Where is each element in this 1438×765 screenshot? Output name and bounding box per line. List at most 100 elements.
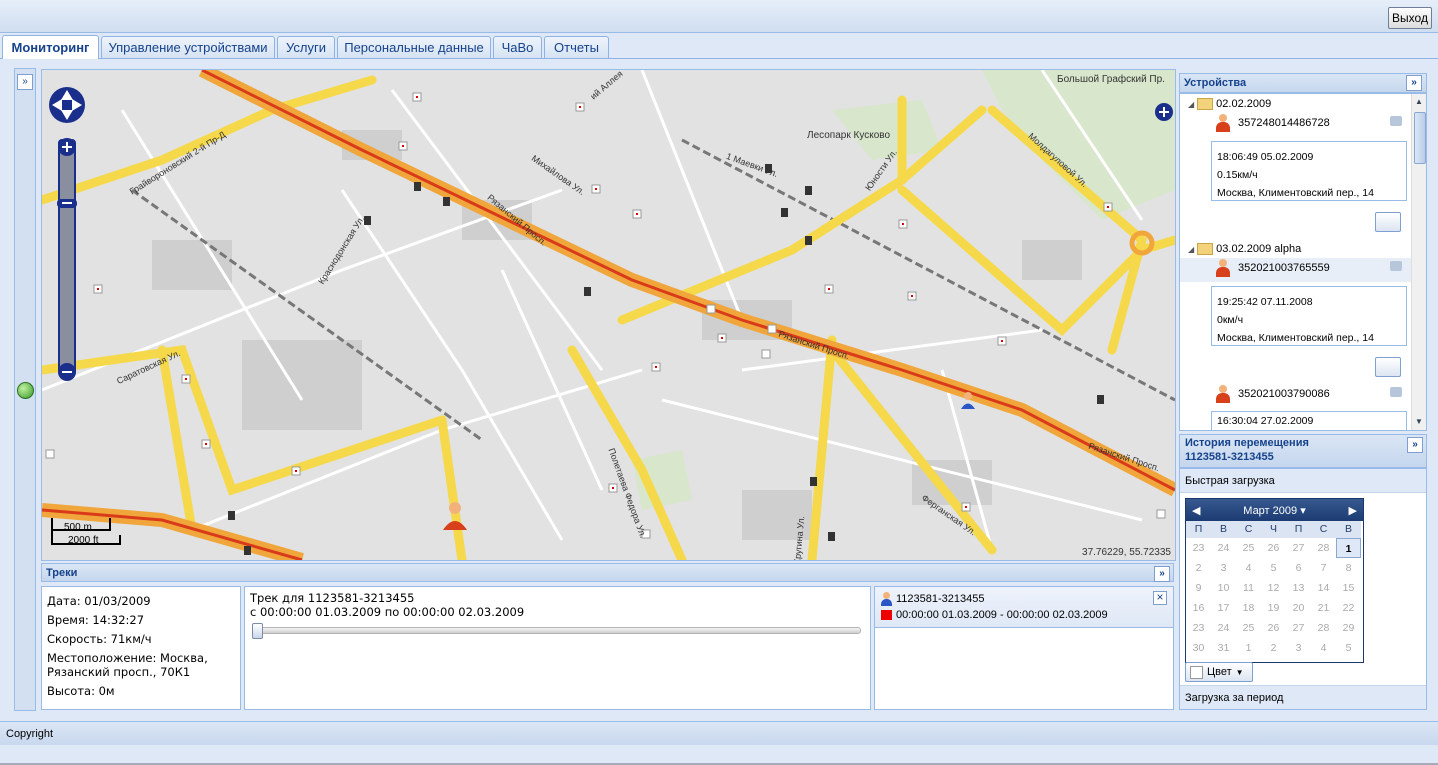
device-group[interactable]: ◢ 02.02.2009 <box>1188 98 1271 110</box>
devices-scrollbar[interactable]: ▲ ▼ <box>1411 94 1426 430</box>
exit-button[interactable]: Выход <box>1388 7 1432 29</box>
fast-load-section[interactable]: Быстрая загрузка <box>1180 469 1426 493</box>
close-icon[interactable]: × <box>1153 591 1167 605</box>
scroll-up-icon[interactable]: ▲ <box>1413 96 1425 108</box>
calendar-day[interactable]: 31 <box>1211 638 1236 658</box>
device-settings-icon[interactable] <box>1390 116 1402 126</box>
calendar-day[interactable]: 9 <box>1186 578 1211 598</box>
tab-services[interactable]: Услуги <box>277 36 335 58</box>
collapse-tracks-button[interactable]: » <box>1154 566 1170 582</box>
locate-device-button[interactable] <box>1375 357 1401 377</box>
device-item[interactable]: 352021003790086 <box>1216 385 1330 403</box>
calendar-day[interactable]: 17 <box>1211 598 1236 618</box>
calendar-day[interactable]: 1 <box>1336 538 1361 558</box>
map-scale: 500 m 2000 ft <box>52 522 99 546</box>
device-settings-icon[interactable] <box>1390 387 1402 397</box>
status-address: Москва, Климентовский пер., 14 <box>1217 332 1374 344</box>
status-time: 19:25:42 07.11.2008 <box>1217 296 1313 308</box>
west-collapsed-panel: » <box>14 68 36 711</box>
calendar-day[interactable]: 13 <box>1286 578 1311 598</box>
collapse-history-button[interactable]: » <box>1407 437 1423 453</box>
calendar-day[interactable]: 11 <box>1236 578 1261 598</box>
calendar-day[interactable]: 12 <box>1261 578 1286 598</box>
calendar-day[interactable]: 28 <box>1311 538 1336 558</box>
calendar-day[interactable]: 6 <box>1286 558 1311 578</box>
expand-west-button[interactable]: » <box>17 74 33 90</box>
tree-expand-icon[interactable]: ◢ <box>1188 245 1194 254</box>
info-speed: Скорость: 71км/ч <box>47 632 152 646</box>
scroll-down-icon[interactable]: ▼ <box>1413 416 1425 428</box>
calendar-day[interactable]: 28 <box>1311 618 1336 638</box>
globe-icon[interactable] <box>17 382 34 399</box>
info-altitude: Высота: 0м <box>47 684 115 698</box>
calendar-day[interactable]: 16 <box>1186 598 1211 618</box>
month-selector[interactable]: Март 2009 ▾ <box>1243 504 1305 517</box>
calendar-day[interactable]: 5 <box>1261 558 1286 578</box>
track-slider[interactable] <box>252 623 861 639</box>
calendar-day[interactable]: 3 <box>1286 638 1311 658</box>
calendar-day[interactable]: 26 <box>1261 618 1286 638</box>
calendar-day[interactable]: 25 <box>1236 618 1261 638</box>
calendar-day[interactable]: 30 <box>1186 638 1211 658</box>
period-load-section[interactable]: Загрузка за период <box>1180 685 1426 709</box>
tab-personal-data[interactable]: Персональные данные <box>337 36 491 58</box>
footer: Copyright <box>0 721 1438 745</box>
device-group[interactable]: ◢ 03.02.2009 alpha <box>1188 243 1301 255</box>
calendar-day[interactable]: 27 <box>1286 538 1311 558</box>
collapse-devices-button[interactable]: » <box>1406 75 1422 91</box>
calendar-day[interactable]: 7 <box>1311 558 1336 578</box>
calendar-day[interactable]: 22 <box>1336 598 1361 618</box>
calendar-day[interactable]: 19 <box>1261 598 1286 618</box>
status-time: 16:30:04 27.02.2009 <box>1217 415 1314 427</box>
device-settings-icon[interactable] <box>1390 261 1402 271</box>
calendar-day[interactable]: 2 <box>1186 558 1211 578</box>
device-item[interactable]: 357248014486728 <box>1216 114 1330 132</box>
calendar-day[interactable]: 15 <box>1336 578 1361 598</box>
track-slider-thumb[interactable] <box>252 623 263 639</box>
calendar-day[interactable]: 24 <box>1211 538 1236 558</box>
calendar-day[interactable]: 18 <box>1236 598 1261 618</box>
top-bar <box>0 0 1438 33</box>
calendar-day[interactable]: 3 <box>1211 558 1236 578</box>
calendar-day[interactable]: 2 <box>1261 638 1286 658</box>
calendar-day[interactable]: 21 <box>1311 598 1336 618</box>
calendar-day[interactable]: 25 <box>1236 538 1261 558</box>
tab-monitoring[interactable]: Мониторинг <box>2 35 99 59</box>
calendar-day[interactable]: 26 <box>1261 538 1286 558</box>
calendar-day[interactable]: 4 <box>1311 638 1336 658</box>
device-item[interactable]: 352021003765559 <box>1216 259 1330 277</box>
calendar-day[interactable]: 8 <box>1336 558 1361 578</box>
status-time: 18:06:49 05.02.2009 <box>1217 151 1314 163</box>
color-swatch <box>1190 665 1203 679</box>
tab-reports[interactable]: Отчеты <box>544 36 609 58</box>
calendar-day[interactable]: 23 <box>1186 538 1211 558</box>
calendar-day[interactable]: 5 <box>1336 638 1361 658</box>
calendar-day[interactable]: 4 <box>1236 558 1261 578</box>
calendar-dow: С <box>1311 521 1336 538</box>
calendar-day[interactable]: 14 <box>1311 578 1336 598</box>
info-location: Местоположение: Москва, Рязанский просп.… <box>47 651 208 679</box>
calendar-day[interactable]: 20 <box>1286 598 1311 618</box>
locate-device-button[interactable] <box>1375 212 1401 232</box>
calendar-day[interactable]: 24 <box>1211 618 1236 638</box>
folder-icon <box>1197 98 1214 110</box>
calendar-day[interactable]: 29 <box>1336 618 1361 638</box>
legend-range: 00:00:00 01.03.2009 - 00:00:00 02.03.200… <box>896 609 1108 621</box>
track-point-info: Дата: 01/03/2009 Время: 14:32:27 Скорост… <box>41 586 241 710</box>
tab-device-management[interactable]: Управление устройствами <box>101 36 275 58</box>
legend-device: 1123581-3213455 <box>896 593 985 605</box>
color-button[interactable]: Цвет ▼ <box>1185 662 1253 682</box>
tab-faq[interactable]: ЧаВо <box>493 36 542 58</box>
calendar-day[interactable]: 1 <box>1236 638 1261 658</box>
map-label-bolshoy: Большой Графский Пр. <box>1057 74 1165 85</box>
map-view[interactable]: Большой Графский Пр. Лесопарк Кусково Юн… <box>41 69 1176 561</box>
prev-month-icon[interactable]: ◀ <box>1192 504 1200 517</box>
scroll-thumb[interactable] <box>1414 112 1426 164</box>
calendar-day[interactable]: 23 <box>1186 618 1211 638</box>
color-label: Цвет <box>1207 666 1232 678</box>
next-month-icon[interactable]: ▶ <box>1349 504 1357 517</box>
calendar-day[interactable]: 10 <box>1211 578 1236 598</box>
calendar-day[interactable]: 27 <box>1286 618 1311 638</box>
map-label-lesopark: Лесопарк Кусково <box>807 130 891 141</box>
tree-expand-icon[interactable]: ◢ <box>1188 100 1194 109</box>
